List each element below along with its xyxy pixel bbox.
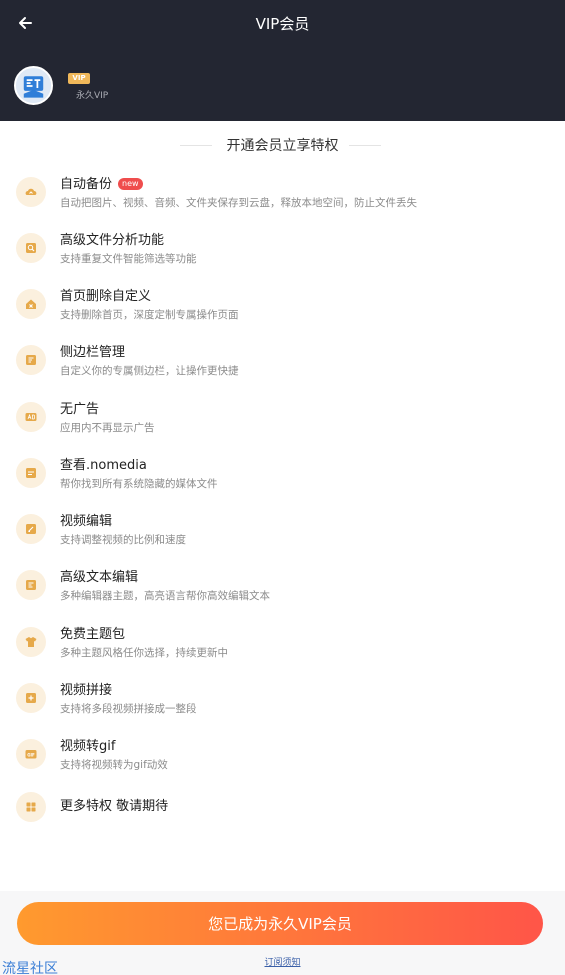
feature-desc: 支持重复文件智能筛选等功能 bbox=[60, 253, 197, 265]
cloud-sync-icon bbox=[25, 188, 37, 195]
feature-title: 首页删除自定义 bbox=[60, 289, 152, 304]
feature-item-themes[interactable]: 免费主题包 多种主题风格任你选择，持续更新中 bbox=[16, 627, 546, 673]
text-edit-icon bbox=[26, 580, 36, 590]
feature-item-video-to-gif[interactable]: GIF 视频转gif 支持将视频转为gif动效 bbox=[16, 739, 546, 785]
file-search-icon bbox=[26, 243, 36, 253]
feature-desc: 多种编辑器主题，高亮语言帮你高效编辑文本 bbox=[60, 590, 270, 602]
icon-circle bbox=[16, 402, 46, 432]
feature-title: 更多特权 敬请期待 bbox=[60, 799, 169, 814]
feature-title: 视频拼接 bbox=[60, 683, 113, 698]
icon-circle bbox=[16, 177, 46, 207]
feature-desc: 自动把图片、视频、音频、文件夹保存到云盘，释放本地空间，防止文件丢失 bbox=[60, 197, 417, 209]
video-edit-icon bbox=[26, 524, 36, 534]
sidebar-edit-icon bbox=[26, 355, 36, 365]
section-divider-right bbox=[349, 145, 381, 146]
icon-circle bbox=[16, 345, 46, 375]
feature-desc: 多种主题风格任你选择，持续更新中 bbox=[60, 647, 228, 659]
feature-desc: 支持调整视频的比例和速度 bbox=[60, 534, 186, 546]
svg-text:GIF: GIF bbox=[27, 753, 35, 758]
feature-title: 高级文本编辑 bbox=[60, 570, 139, 585]
feature-title: 侧边栏管理 bbox=[60, 345, 126, 360]
vip-level-label: 永久VIP bbox=[76, 91, 109, 101]
vip-status-button[interactable]: 您已成为永久VIP会员 bbox=[17, 902, 543, 945]
icon-circle bbox=[16, 792, 46, 822]
home-delete-icon bbox=[26, 299, 36, 309]
no-ad-icon bbox=[25, 413, 37, 421]
app-logo-avatar bbox=[16, 68, 51, 103]
feature-title: 视频编辑 bbox=[60, 514, 113, 529]
grid-icon bbox=[26, 802, 36, 812]
feature-item-no-ads[interactable]: 无广告 应用内不再显示广告 bbox=[16, 402, 546, 448]
icon-circle: GIF bbox=[16, 739, 46, 769]
feature-item-video-merge[interactable]: 视频拼接 支持将多段视频拼接成一整段 bbox=[16, 683, 546, 729]
icon-circle bbox=[16, 458, 46, 488]
feature-desc: 应用内不再显示广告 bbox=[60, 422, 155, 434]
icon-circle bbox=[16, 570, 46, 600]
icon-circle bbox=[16, 233, 46, 263]
feature-title: 无广告 bbox=[60, 402, 100, 417]
hidden-media-icon bbox=[26, 468, 36, 478]
vip-badge: VIP bbox=[68, 73, 90, 84]
feature-title: 视频转gif bbox=[60, 739, 116, 754]
feature-item-auto-backup[interactable]: 自动备份 new 自动把图片、视频、音频、文件夹保存到云盘，释放本地空间，防止文件… bbox=[16, 177, 546, 223]
icon-circle bbox=[16, 627, 46, 657]
feature-title: 查看.nomedia bbox=[60, 458, 147, 473]
watermark-text: 流星社区 bbox=[2, 961, 58, 975]
new-badge: new bbox=[118, 178, 143, 190]
avatar[interactable] bbox=[14, 66, 53, 105]
feature-title: 高级文件分析功能 bbox=[60, 233, 165, 248]
feature-item-text-edit[interactable]: 高级文本编辑 多种编辑器主题，高亮语言帮你高效编辑文本 bbox=[16, 570, 546, 616]
privileges-card: 开通会员立享特权 自动备份 new 自动把图片、视频、音频、文件夹保存到云盘，释放… bbox=[0, 121, 565, 891]
gif-icon: GIF bbox=[25, 750, 37, 759]
video-merge-icon bbox=[26, 693, 36, 703]
feature-title: 免费主题包 bbox=[60, 627, 126, 642]
page-title: VIP会员 bbox=[255, 15, 310, 33]
feature-desc: 自定义你的专属侧边栏，让操作更快捷 bbox=[60, 365, 239, 377]
icon-circle bbox=[16, 289, 46, 319]
feature-item-video-edit[interactable]: 视频编辑 支持调整视频的比例和速度 bbox=[16, 514, 546, 560]
feature-desc: 支持删除首页，深度定制专属操作页面 bbox=[60, 309, 239, 321]
icon-circle bbox=[16, 514, 46, 544]
feature-item-file-analysis[interactable]: 高级文件分析功能 支持重复文件智能筛选等功能 bbox=[16, 233, 546, 279]
feature-desc: 支持将多段视频拼接成一整段 bbox=[60, 703, 197, 715]
feature-item-home-delete[interactable]: 首页删除自定义 支持删除首页，深度定制专属操作页面 bbox=[16, 289, 546, 335]
header: VIP会员 VIP 永久VIP bbox=[0, 0, 565, 121]
feature-title: 自动备份 new bbox=[60, 173, 143, 192]
feature-desc: 支持将视频转为gif动效 bbox=[60, 759, 168, 771]
feature-desc: 帮你找到所有系统隐藏的媒体文件 bbox=[60, 478, 218, 490]
feature-item-nomedia[interactable]: 查看.nomedia 帮你找到所有系统隐藏的媒体文件 bbox=[16, 458, 546, 504]
section-title: 开通会员立享特权 bbox=[226, 138, 339, 154]
tshirt-icon bbox=[25, 637, 37, 647]
icon-circle bbox=[16, 683, 46, 713]
feature-item-more[interactable]: 更多特权 敬请期待 bbox=[16, 792, 546, 838]
feature-item-sidebar[interactable]: 侧边栏管理 自定义你的专属侧边栏，让操作更快捷 bbox=[16, 345, 546, 391]
subscription-terms-link[interactable]: 订阅须知 bbox=[0, 955, 565, 968]
